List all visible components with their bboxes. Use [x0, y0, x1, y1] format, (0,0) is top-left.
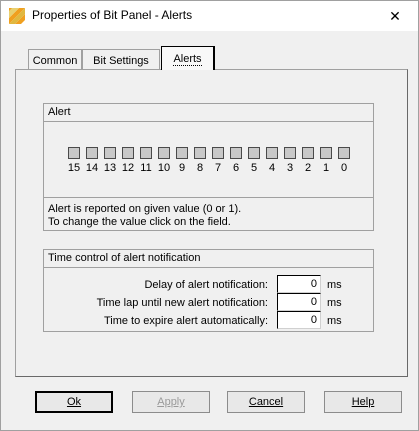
tab-alerts[interactable]: Alerts	[161, 46, 215, 70]
expire-input[interactable]: 0	[277, 311, 321, 329]
alert-group-divider	[44, 197, 373, 198]
delay-unit: ms	[327, 279, 342, 291]
bit-number-14: 14	[85, 162, 99, 174]
bit-number-11: 11	[140, 162, 152, 174]
close-icon[interactable]: ✕	[372, 1, 418, 31]
apply-button-label: Apply	[157, 396, 185, 408]
ok-button[interactable]: Ok	[35, 391, 113, 413]
bit-field-2[interactable]	[302, 147, 314, 159]
delay-label: Delay of alert notification:	[144, 279, 268, 291]
tab-bit-settings[interactable]: Bit Settings	[82, 49, 160, 70]
time-lap-input[interactable]: 0	[277, 293, 321, 311]
window-title: Properties of Bit Panel - Alerts	[32, 8, 193, 22]
delay-input[interactable]: 0	[277, 275, 321, 293]
tab-common-label: Common	[32, 54, 78, 67]
bit-field-1[interactable]	[320, 147, 332, 159]
bit-field-8[interactable]	[194, 147, 206, 159]
time-lap-label: Time lap until new alert notification:	[96, 297, 268, 309]
alert-info-line-1: Alert is reported on given value (0 or 1…	[48, 203, 242, 215]
bit-field-6[interactable]	[230, 147, 242, 159]
bit-number-8: 8	[196, 162, 204, 174]
bit-field-12[interactable]	[122, 147, 134, 159]
help-button[interactable]: Help	[324, 391, 402, 413]
expire-label: Time to expire alert automatically:	[103, 315, 268, 327]
tab-common[interactable]: Common	[28, 49, 82, 70]
bit-field-0[interactable]	[338, 147, 350, 159]
tab-alerts-label: Alerts	[173, 52, 202, 66]
cancel-button-label: Cancel	[248, 396, 284, 408]
cancel-button[interactable]: Cancel	[227, 391, 305, 413]
bit-field-7[interactable]	[212, 147, 224, 159]
bit-panel-icon	[9, 8, 25, 24]
bit-number-2: 2	[304, 162, 312, 174]
bit-number-1: 1	[322, 162, 330, 174]
bit-field-9[interactable]	[176, 147, 188, 159]
bit-number-4: 4	[268, 162, 276, 174]
bit-field-3[interactable]	[284, 147, 296, 159]
bit-field-15[interactable]	[68, 147, 80, 159]
properties-dialog: Properties of Bit Panel - Alerts ✕ Commo…	[0, 0, 419, 431]
bit-number-13: 13	[103, 162, 117, 174]
bit-number-3: 3	[286, 162, 294, 174]
bit-number-15: 15	[67, 162, 81, 174]
time-control-header: Time control of alert notification	[44, 250, 373, 268]
tab-bit-settings-label: Bit Settings	[93, 54, 149, 67]
bit-field-10[interactable]	[158, 147, 170, 159]
help-button-label: Help	[351, 396, 375, 408]
bit-number-12: 12	[121, 162, 135, 174]
apply-button[interactable]: Apply	[132, 391, 210, 413]
alert-group-header: Alert	[44, 104, 373, 122]
bit-number-7: 7	[214, 162, 222, 174]
time-lap-unit: ms	[327, 297, 342, 309]
expire-unit: ms	[327, 315, 342, 327]
bit-field-13[interactable]	[104, 147, 116, 159]
bit-number-0: 0	[340, 162, 348, 174]
bit-number-10: 10	[157, 162, 171, 174]
bit-number-9: 9	[178, 162, 186, 174]
bit-field-4[interactable]	[266, 147, 278, 159]
bit-number-6: 6	[232, 162, 240, 174]
title-bar[interactable]: Properties of Bit Panel - Alerts ✕	[1, 1, 418, 31]
bit-field-5[interactable]	[248, 147, 260, 159]
ok-button-label: Ok	[66, 396, 82, 408]
alert-info-line-2: To change the value click on the field.	[48, 216, 231, 228]
bit-field-14[interactable]	[86, 147, 98, 159]
bit-field-11[interactable]	[140, 147, 152, 159]
bit-number-5: 5	[250, 162, 258, 174]
